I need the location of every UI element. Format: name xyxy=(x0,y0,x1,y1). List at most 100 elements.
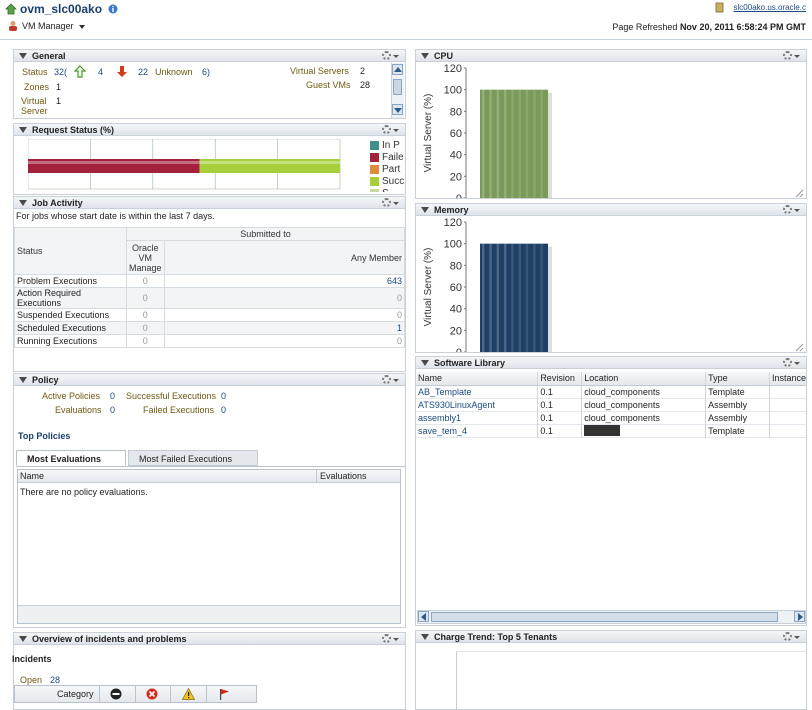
cell-instance xyxy=(769,411,806,424)
tab-most-evaluations[interactable]: Most Evaluations xyxy=(16,450,126,466)
bar-stripe xyxy=(496,243,500,352)
status-unknown-count[interactable]: 6) xyxy=(202,67,210,77)
cell-type: Assembly xyxy=(705,398,770,411)
collapse-icon[interactable] xyxy=(421,634,429,640)
legend-item: S... xyxy=(370,188,406,192)
chevron-down-icon[interactable] xyxy=(393,129,399,132)
scroll-down-button[interactable] xyxy=(392,104,403,115)
collapse-icon[interactable] xyxy=(19,127,27,133)
memory-chart: Virtual Server (%) 120 100 80 60 40 20 0 xyxy=(423,217,804,352)
col-location[interactable]: Location xyxy=(581,372,707,386)
chevron-down-icon[interactable] xyxy=(393,638,399,641)
gear-icon[interactable] xyxy=(382,125,391,134)
cell-name[interactable]: save_tem_4 xyxy=(416,424,539,437)
software-library-hscrollbar[interactable] xyxy=(417,610,806,624)
collapse-icon[interactable] xyxy=(421,360,429,366)
chevron-down-icon[interactable] xyxy=(393,55,399,58)
successful-executions-label: Successful Executions xyxy=(126,391,217,401)
collapse-icon[interactable] xyxy=(19,377,27,383)
vm-manager-menu[interactable]: VM Manager xyxy=(22,21,86,31)
gear-icon[interactable] xyxy=(382,375,391,384)
general-panel-header: General xyxy=(14,50,405,62)
virtual-server-label: Virtual Server xyxy=(21,96,48,116)
status-down-count[interactable]: 22 xyxy=(138,67,148,77)
failed-executions-value[interactable]: 0 xyxy=(221,405,226,415)
bar-highlight xyxy=(28,161,340,164)
warning-icon[interactable] xyxy=(182,688,195,700)
table-row[interactable]: save_tem_4 0.1 Template xyxy=(416,424,806,437)
gear-icon[interactable] xyxy=(783,51,792,60)
cell-any[interactable]: 643 xyxy=(163,274,406,288)
cell-status: Action Required Executions xyxy=(14,287,127,309)
charge-trend-panel: Charge Trend: Top 5 Tenants xyxy=(415,630,807,710)
gear-icon[interactable] xyxy=(783,205,792,214)
evaluations-label: Evaluations xyxy=(55,405,102,415)
collapse-icon[interactable] xyxy=(421,207,429,213)
table-row: Suspended Executions 0 0 xyxy=(14,308,406,322)
y-axis-label: Virtual Server (%) xyxy=(423,248,434,327)
col-type[interactable]: Type xyxy=(705,372,770,386)
open-value[interactable]: 28 xyxy=(50,675,60,685)
scroll-left-button[interactable] xyxy=(418,611,429,622)
status-up-count[interactable]: 4 xyxy=(98,67,103,77)
legend-label: In P xyxy=(382,140,400,151)
col-instance[interactable]: Instance xyxy=(769,372,806,386)
collapse-icon[interactable] xyxy=(19,200,27,206)
software-library-table-wrap: Name Revision Location Type Instance AB_Temp… xyxy=(416,372,806,608)
y-tick-label: 100 xyxy=(444,239,462,251)
status-total[interactable]: 32( xyxy=(54,67,67,77)
collapse-icon[interactable] xyxy=(19,53,27,59)
home-icon[interactable] xyxy=(5,3,17,15)
info-icon[interactable] xyxy=(108,4,118,14)
table-row[interactable]: ATS930LinuxAgent 0.1 cloud_components Assem… xyxy=(416,398,806,411)
chevron-down-icon[interactable] xyxy=(393,379,399,382)
chevron-down-icon[interactable] xyxy=(794,636,800,639)
scroll-thumb[interactable] xyxy=(393,79,402,95)
minus-circle-icon[interactable] xyxy=(110,688,122,700)
col-name[interactable]: Name xyxy=(416,372,539,386)
resize-grip-icon xyxy=(795,189,804,198)
gear-icon[interactable] xyxy=(382,51,391,60)
collapse-icon[interactable] xyxy=(421,53,429,59)
critical-icon[interactable] xyxy=(146,688,158,700)
gear-icon[interactable] xyxy=(783,358,792,367)
active-policies-label: Active Policies xyxy=(42,391,101,401)
cell-any: 0 xyxy=(163,287,406,309)
software-library-table: Name Revision Location Type Instance AB_Temp… xyxy=(416,372,806,438)
bar-stripe xyxy=(525,89,529,198)
chevron-down-icon[interactable] xyxy=(794,362,800,365)
evaluations-value[interactable]: 0 xyxy=(110,405,115,415)
hscroll-thumb[interactable] xyxy=(431,612,778,622)
cell-name[interactable]: AB_Template xyxy=(416,385,539,398)
flag-icon[interactable] xyxy=(218,688,230,700)
chevron-down-icon[interactable] xyxy=(794,55,800,58)
gear-icon[interactable] xyxy=(382,198,391,207)
successful-executions-value[interactable]: 0 xyxy=(221,391,226,401)
col-status: Status xyxy=(14,227,127,275)
chevron-down-icon[interactable] xyxy=(393,202,399,205)
general-scrollbar[interactable] xyxy=(391,63,404,118)
host-link[interactable]: slc00ako.us.oracle.c xyxy=(734,3,806,12)
cell-instance xyxy=(769,385,806,398)
memory-header: Memory xyxy=(416,204,806,216)
gear-icon[interactable] xyxy=(783,632,792,641)
y-tick-label: 0 xyxy=(456,347,462,352)
col-revision[interactable]: Revision xyxy=(537,372,583,386)
cell-name[interactable]: assembly1 xyxy=(416,411,539,424)
scroll-up-button[interactable] xyxy=(392,64,403,75)
active-policies-value[interactable]: 0 xyxy=(110,391,115,401)
tab-most-failed-executions[interactable]: Most Failed Executions xyxy=(128,450,258,466)
bar-stripe xyxy=(511,243,514,352)
y-tick-label: 40 xyxy=(450,304,462,316)
table-row[interactable]: AB_Template 0.1 cloud_components Template xyxy=(416,385,806,398)
y-axis-label: Virtual Server (%) xyxy=(423,94,434,173)
scroll-right-button[interactable] xyxy=(794,611,805,622)
cell-any[interactable]: 1 xyxy=(163,321,406,335)
table-row[interactable]: assembly1 0.1 cloud_components Assembly xyxy=(416,411,806,424)
gear-icon[interactable] xyxy=(382,634,391,643)
cell-oracle: 0 xyxy=(126,287,165,309)
cell-name[interactable]: ATS930LinuxAgent xyxy=(416,398,539,411)
collapse-icon[interactable] xyxy=(19,636,27,642)
memory-title: Memory xyxy=(434,205,469,215)
chevron-down-icon[interactable] xyxy=(794,209,800,212)
